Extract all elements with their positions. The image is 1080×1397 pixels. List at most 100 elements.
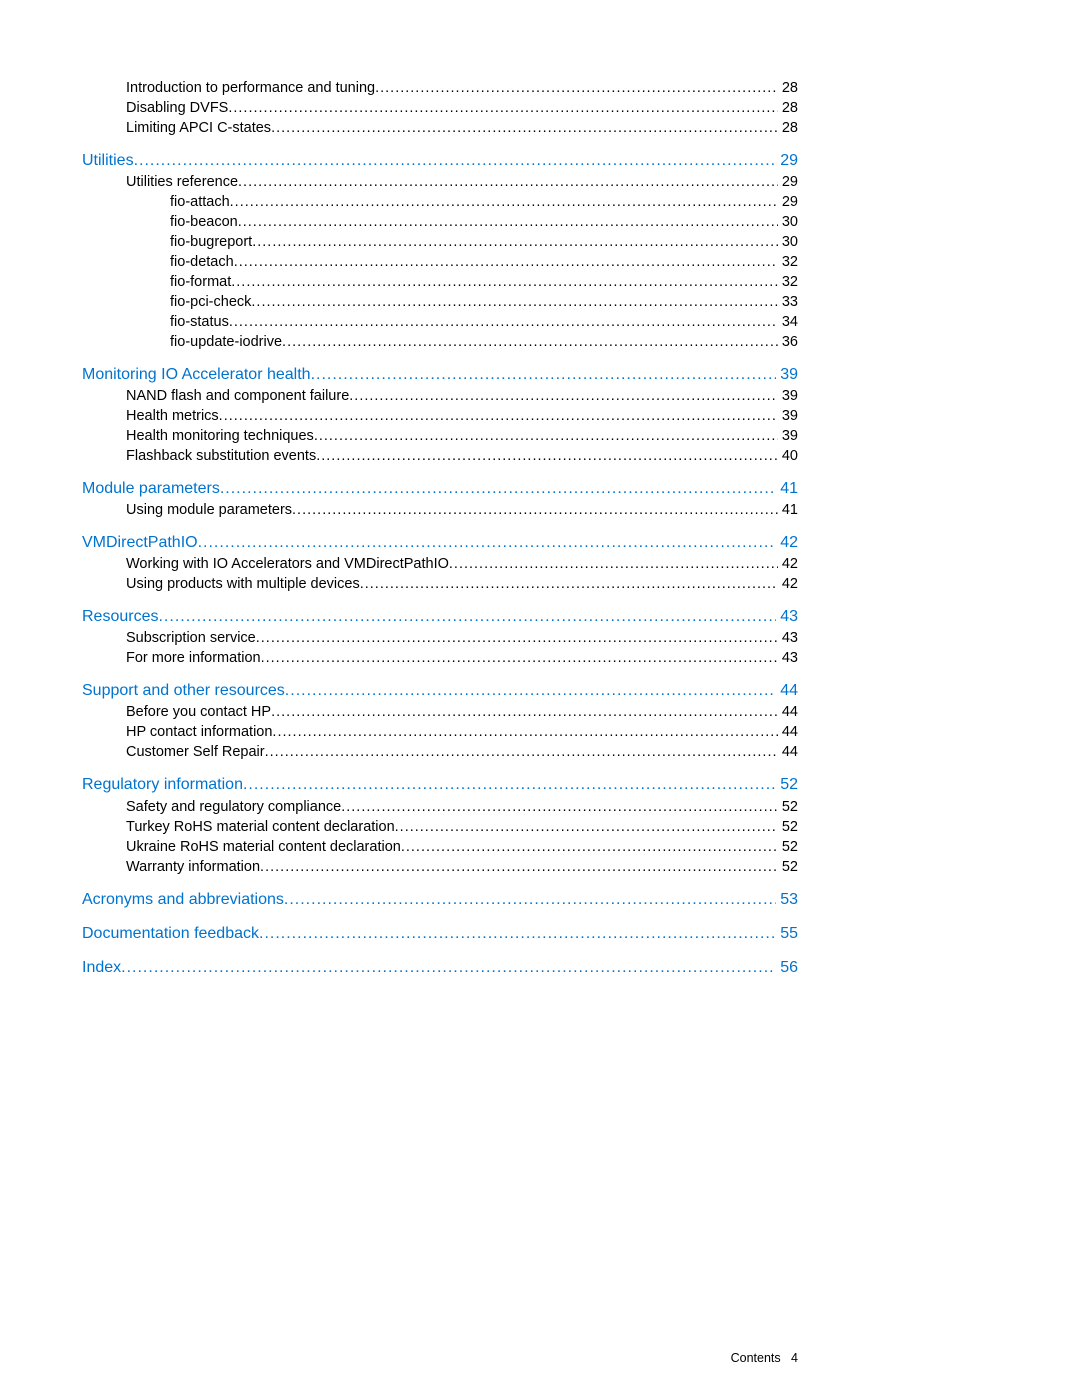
toc-entry: For more information43 (82, 648, 798, 668)
toc-section-heading[interactable]: Monitoring IO Accelerator health39 (82, 364, 798, 386)
toc-label: fio-bugreport (170, 232, 252, 252)
toc-leader-dots (401, 837, 778, 857)
toc-leader-dots (256, 628, 778, 648)
toc-entry: fio-status 34 (82, 312, 798, 332)
toc-section-heading[interactable]: Utilities 29 (82, 150, 798, 172)
toc-entry: Subscription service43 (82, 628, 798, 648)
toc-label: Subscription service (126, 628, 256, 648)
toc-page-number: 43 (776, 606, 798, 628)
toc-section: Index56 (82, 957, 798, 979)
toc-entry: Using module parameters41 (82, 500, 798, 520)
toc-leader-dots (228, 98, 778, 118)
toc-entry: fio-pci-check 33 (82, 292, 798, 312)
toc-leader-dots (238, 172, 778, 192)
page-footer: Contents 4 (731, 1351, 798, 1365)
toc-leader-dots (229, 312, 778, 332)
toc-page-number: 42 (778, 554, 798, 574)
toc-label: Documentation feedback (82, 923, 259, 945)
toc-leader-dots (449, 554, 778, 574)
toc-leader-dots (243, 774, 776, 796)
toc-entry: Turkey RoHS material content declaration… (82, 817, 798, 837)
toc-page-number: 39 (778, 406, 798, 426)
toc-leader-dots (220, 478, 776, 500)
toc-section: Resources 43Subscription service43For mor… (82, 606, 798, 668)
toc-entry: HP contact information44 (82, 722, 798, 742)
toc-section: Monitoring IO Accelerator health39NAND f… (82, 364, 798, 466)
toc-entry: Using products with multiple devices42 (82, 574, 798, 594)
toc-leader-dots (395, 817, 778, 837)
toc-label: Health monitoring techniques (126, 426, 314, 446)
toc-page-number: 34 (778, 312, 798, 332)
toc-entry: Ukraine RoHS material content declaratio… (82, 837, 798, 857)
toc-page-number: 29 (778, 172, 798, 192)
page: Introduction to performance and tuning28… (0, 0, 898, 1397)
toc-leader-dots (134, 150, 777, 172)
toc-page-number: 52 (776, 774, 798, 796)
toc-page-number: 42 (776, 532, 798, 554)
toc-section-heading[interactable]: Support and other resources44 (82, 680, 798, 702)
toc-leader-dots (260, 857, 778, 877)
toc-section-heading[interactable]: Index56 (82, 957, 798, 979)
toc-page-number: 33 (778, 292, 798, 312)
toc-label: Customer Self Repair (126, 742, 265, 762)
toc-leader-dots (259, 923, 776, 945)
toc-page-number: 52 (778, 797, 798, 817)
toc-section-heading[interactable]: Resources 43 (82, 606, 798, 628)
toc-label: Turkey RoHS material content declaration (126, 817, 395, 837)
toc-section-heading[interactable]: Documentation feedback55 (82, 923, 798, 945)
toc-leader-dots (238, 212, 778, 232)
toc-page-number: 44 (778, 702, 798, 722)
toc-label: Utilities reference (126, 172, 238, 192)
toc-section-heading[interactable]: VMDirectPathIO42 (82, 532, 798, 554)
toc-label: fio-pci-check (170, 292, 251, 312)
toc-page-number: 29 (778, 192, 798, 212)
toc-page-number: 52 (778, 817, 798, 837)
toc-entry: Disabling DVFS28 (82, 98, 798, 118)
toc-label: Warranty information (126, 857, 260, 877)
toc-leader-dots (285, 680, 776, 702)
toc-leader-dots (271, 702, 778, 722)
toc-label: HP contact information (126, 722, 272, 742)
toc-entry: fio-bugreport 30 (82, 232, 798, 252)
toc-entry: Health metrics39 (82, 406, 798, 426)
toc-section: Support and other resources44Before you … (82, 680, 798, 762)
toc-label: Utilities (82, 150, 134, 172)
toc-leader-dots (198, 532, 777, 554)
toc-leader-dots (271, 118, 778, 138)
toc-leader-dots (349, 386, 778, 406)
toc-section-heading[interactable]: Acronyms and abbreviations53 (82, 889, 798, 911)
toc-label: Working with IO Accelerators and VMDirec… (126, 554, 449, 574)
toc-entry: Before you contact HP44 (82, 702, 798, 722)
table-of-contents: Introduction to performance and tuning28… (82, 78, 798, 979)
toc-label: Safety and regulatory compliance (126, 797, 341, 817)
toc-page-number: 36 (778, 332, 798, 352)
toc-page-number: 42 (778, 574, 798, 594)
toc-entry: Limiting APCI C-states28 (82, 118, 798, 138)
toc-leader-dots (314, 426, 778, 446)
toc-page-number: 52 (778, 857, 798, 877)
toc-page-number: 28 (778, 78, 798, 98)
toc-page-number: 41 (778, 500, 798, 520)
toc-label: Resources (82, 606, 158, 628)
toc-section: Acronyms and abbreviations53 (82, 889, 798, 911)
toc-section-heading[interactable]: Regulatory information52 (82, 774, 798, 796)
toc-label: Limiting APCI C-states (126, 118, 271, 138)
toc-section: Regulatory information52Safety and regul… (82, 774, 798, 876)
toc-label: Module parameters (82, 478, 220, 500)
toc-page-number: 30 (778, 212, 798, 232)
toc-page-number: 40 (778, 446, 798, 466)
toc-leader-dots (375, 78, 778, 98)
toc-entry: fio-detach32 (82, 252, 798, 272)
toc-entry: Working with IO Accelerators and VMDirec… (82, 554, 798, 574)
toc-entry: NAND flash and component failure39 (82, 386, 798, 406)
toc-section-heading[interactable]: Module parameters41 (82, 478, 798, 500)
toc-label: Monitoring IO Accelerator health (82, 364, 311, 386)
toc-label: Acronyms and abbreviations (82, 889, 284, 911)
toc-leader-dots (341, 797, 778, 817)
toc-page-number: 52 (778, 837, 798, 857)
toc-label: fio-status (170, 312, 229, 332)
toc-page-number: 29 (776, 150, 798, 172)
toc-label: fio-update-iodrive (170, 332, 282, 352)
toc-page-number: 30 (778, 232, 798, 252)
toc-label: Support and other resources (82, 680, 285, 702)
